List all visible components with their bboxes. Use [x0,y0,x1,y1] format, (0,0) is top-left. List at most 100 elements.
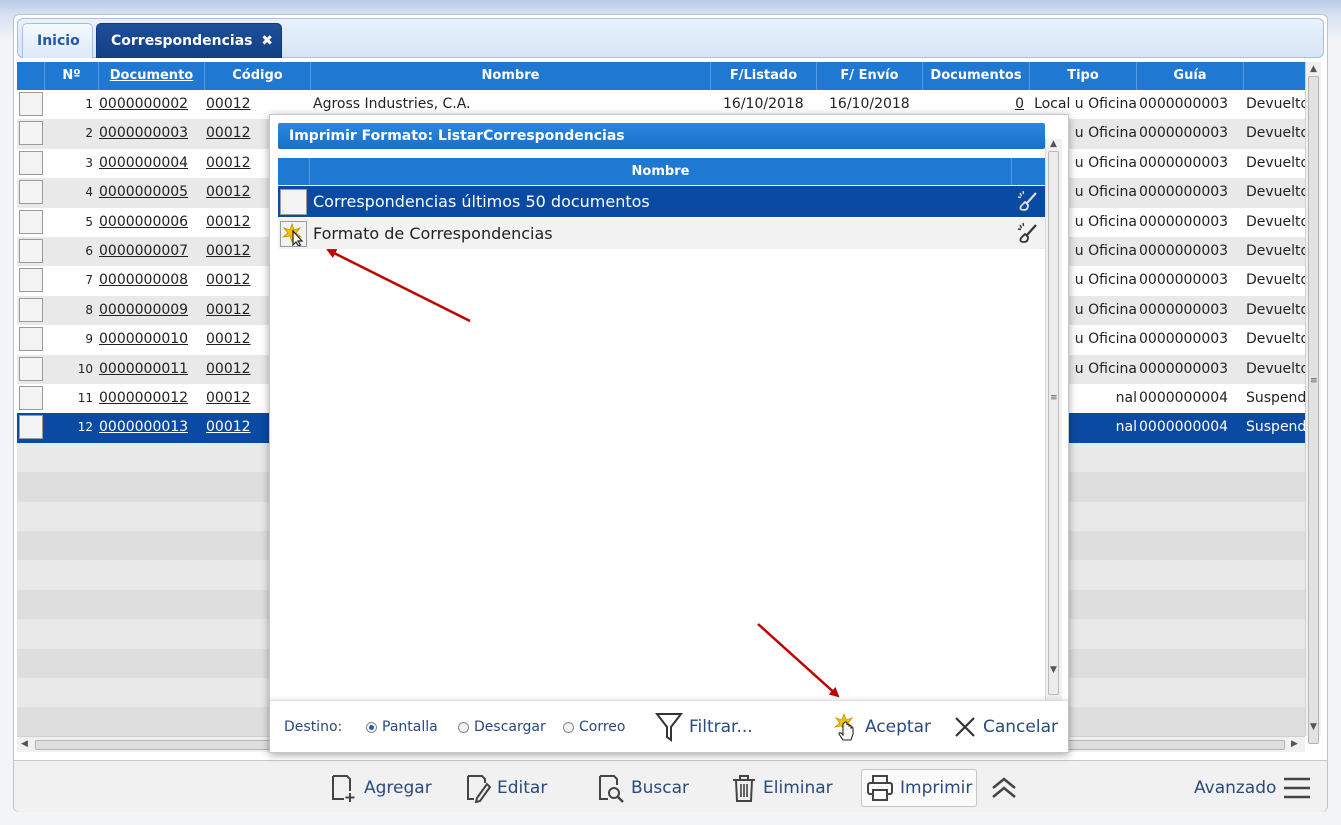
cell-documento[interactable]: 0000000006 [99,208,203,237]
format-row-formato[interactable]: Formato de Correspondencias [278,218,1045,249]
row-select-checkbox[interactable] [19,239,43,263]
editar-button[interactable]: Editar [465,769,547,807]
cell-documento[interactable]: 0000000008 [99,266,203,295]
row-select-checkbox[interactable] [19,327,43,352]
format-row-ultimos-50[interactable]: Correspondencias últimos 50 documentos [278,186,1045,217]
header-estado[interactable] [1244,62,1305,90]
imprimir-label: Imprimir [900,778,973,798]
add-document-icon [332,775,355,802]
design-brush-icon[interactable] [1017,222,1039,244]
header-f-envio[interactable]: F/ Envío [817,62,923,90]
header-guia[interactable]: Guía [1137,62,1244,90]
header-documentos[interactable]: Documentos [923,62,1030,90]
scroll-down-icon[interactable]: ▼ [1310,722,1317,732]
row-select-checkbox[interactable] [19,386,43,410]
tab-inicio-label: Inicio [37,33,80,49]
cell-numero: 9 [85,332,93,347]
cell-numero: 4 [85,185,93,200]
header-f-listado[interactable]: F/Listado [711,62,817,90]
grid-vertical-scroll-thumb[interactable] [1308,76,1319,744]
tab-correspondencias-label: Correspondencias [111,33,253,49]
dialog-title: Imprimir Formato: ListarCorrespondencias [278,123,1045,149]
cell-documento[interactable]: 0000000011 [99,355,203,384]
row-select-checkbox[interactable] [19,180,43,205]
destino-descargar-radio[interactable]: Descargar [458,719,546,735]
header-tipo[interactable]: Tipo [1030,62,1137,90]
cell-guia: 0000000003 [1139,154,1229,171]
cell-guia: 0000000003 [1139,213,1229,230]
aceptar-button[interactable]: Aceptar [833,711,931,743]
row-select-checkbox[interactable] [19,415,43,440]
cell-estado: Suspendido [1246,390,1305,406]
grid-vertical-scrollbar[interactable]: ▲ ≡ ▼ [1305,62,1321,744]
cell-guia: 0000000004 [1139,419,1229,436]
dialog-scroll-down-icon[interactable]: ▼ [1050,665,1057,675]
tab-inicio[interactable]: Inicio [22,23,93,58]
imprimir-button[interactable]: Imprimir [861,769,978,807]
format-row-label: Formato de Correspondencias [313,224,553,243]
cell-documento[interactable]: 0000000013 [99,413,203,442]
cell-documento[interactable]: 0000000003 [99,119,203,148]
scroll-up-icon[interactable]: ▲ [1310,64,1317,74]
cell-estado: Suspendido [1246,419,1305,436]
row-select-checkbox[interactable] [19,268,43,293]
header-nombre[interactable]: Nombre [311,62,711,90]
destino-correo-radio[interactable]: Correo [563,719,625,735]
row-select-checkbox[interactable] [19,297,43,322]
row-select-checkbox[interactable] [19,92,43,116]
destino-correo-label: Correo [579,719,626,735]
expand-toolbar-button[interactable] [990,769,1018,807]
cell-estado: Devuelto [1246,125,1305,142]
row-select-checkbox[interactable] [19,356,43,381]
row-select-checkbox[interactable] [19,150,43,175]
printer-icon [867,775,893,801]
radio-unselected-icon [458,721,469,733]
row-select-checkbox[interactable] [19,121,43,146]
header-numero[interactable]: Nº [45,62,99,90]
cell-documento[interactable]: 0000000010 [99,325,203,354]
dialog-grid-header: Nombre [278,158,1045,185]
destino-pantalla-label: Pantalla [382,719,438,735]
cell-estado: Devuelto [1246,96,1305,112]
filtrar-button[interactable]: Filtrar... [655,711,753,743]
scroll-right-icon[interactable]: ▶ [1291,739,1298,749]
scroll-left-icon[interactable]: ◀ [21,739,28,749]
cell-documento[interactable]: 0000000012 [99,384,203,413]
cell-numero: 7 [85,273,93,288]
cell-documento[interactable]: 0000000005 [99,178,203,207]
dialog-scroll-thumb[interactable] [1048,151,1059,695]
dialog-header-nombre[interactable]: Nombre [310,158,1012,185]
dialog-header-select [278,158,310,185]
dialog-footer: Destino: Pantalla Descargar Correo Filtr… [270,700,1068,752]
agregar-button[interactable]: Agregar [330,769,432,807]
destino-pantalla-radio[interactable]: Pantalla [366,719,438,735]
tab-correspondencias[interactable]: Correspondencias ✖ [96,23,282,58]
avanzado-button[interactable]: Avanzado [1194,769,1312,807]
header-codigo[interactable]: Código [205,62,311,90]
eliminar-button[interactable]: Eliminar [731,769,833,807]
dialog-vertical-scrollbar[interactable]: ▲ ≡ ▼ [1045,139,1062,707]
cell-documento[interactable]: 0000000007 [99,237,203,266]
cell-guia: 0000000003 [1139,243,1229,259]
sparkle-cursor-icon [281,222,304,247]
cell-documento[interactable]: 0000000002 [99,90,203,119]
eliminar-label: Eliminar [763,778,833,798]
cell-documento[interactable]: 0000000009 [99,296,203,325]
cell-estado: Devuelto [1246,154,1305,171]
cancelar-button[interactable]: Cancelar [953,711,1058,743]
format-row-action[interactable] [280,221,307,247]
cell-guia: 0000000003 [1139,360,1229,377]
search-document-icon [599,775,624,803]
format-row-checkbox[interactable] [280,189,307,215]
header-documento[interactable]: Documento [99,62,205,90]
cell-documento[interactable]: 0000000004 [99,149,203,178]
dialog-scroll-up-icon[interactable]: ▲ [1050,139,1057,149]
cell-estado: Devuelto [1246,360,1305,377]
design-brush-icon[interactable] [1017,190,1039,212]
close-tab-icon[interactable]: ✖ [261,24,273,58]
buscar-button[interactable]: Buscar [597,769,689,807]
row-select-checkbox[interactable] [19,209,43,234]
cell-estado: Devuelto [1246,331,1305,348]
cell-numero: 8 [85,302,93,317]
cell-estado: Devuelto [1246,272,1305,289]
